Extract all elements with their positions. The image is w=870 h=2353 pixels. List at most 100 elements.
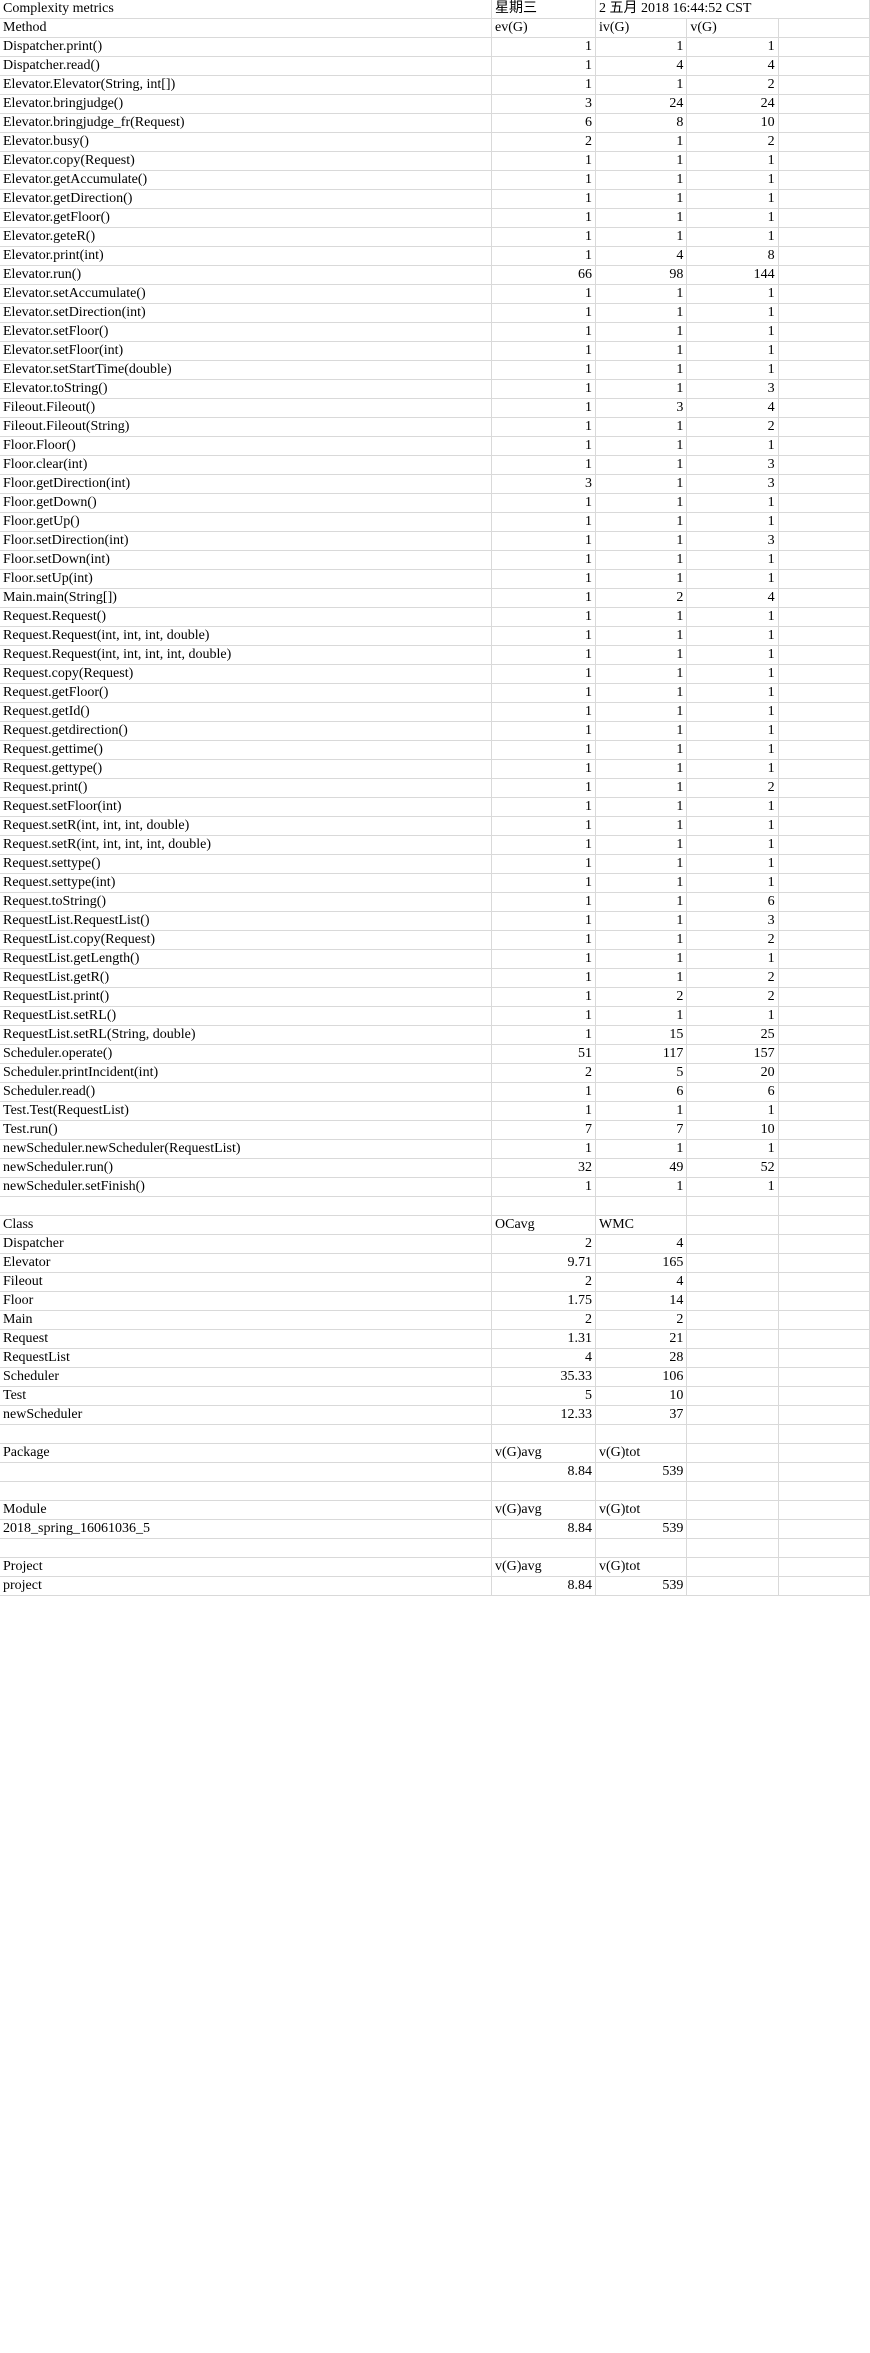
- method-ev-cell: 32: [491, 1158, 596, 1178]
- class-row: Floor 1.75 14: [0, 1291, 870, 1311]
- method-iv-cell: 1: [595, 626, 688, 646]
- method-row: Request.print() 1 1 2: [0, 778, 870, 798]
- method-name-cell: Fileout.Fileout(): [0, 398, 492, 418]
- method-v-cell: 3: [686, 455, 779, 475]
- method-v-cell: 1: [686, 835, 779, 855]
- method-blank-cell: [778, 56, 870, 76]
- method-blank-cell: [778, 531, 870, 551]
- method-ev-cell: 1: [491, 189, 596, 209]
- method-ev-cell: 1: [491, 759, 596, 779]
- method-ev-cell: 3: [491, 94, 596, 114]
- method-iv-cell: 1: [595, 1177, 688, 1197]
- project-vgtot-column-header: v(G)tot: [595, 1557, 688, 1577]
- method-row: Elevator.setFloor(int) 1 1 1: [0, 341, 870, 361]
- package-blank-cell-2: [778, 1462, 870, 1482]
- project-header-blank-2: [778, 1557, 870, 1577]
- method-ev-cell: 1: [491, 683, 596, 703]
- method-ev-cell: 1: [491, 607, 596, 627]
- method-row: Request.getdirection() 1 1 1: [0, 721, 870, 741]
- class-name-cell: Main: [0, 1310, 492, 1330]
- method-blank-cell: [778, 227, 870, 247]
- spacer-cell: [0, 1196, 492, 1216]
- spacer-cell: [491, 1424, 596, 1444]
- method-name-cell: Elevator.geteR(): [0, 227, 492, 247]
- method-ev-cell: 1: [491, 892, 596, 912]
- method-blank-cell: [778, 436, 870, 456]
- method-iv-cell: 1: [595, 474, 688, 494]
- method-blank-cell: [778, 645, 870, 665]
- class-ocavg-cell: 4: [491, 1348, 596, 1368]
- method-blank-cell: [778, 930, 870, 950]
- method-row: Dispatcher.print() 1 1 1: [0, 37, 870, 57]
- class-blank-cell-1: [686, 1234, 779, 1254]
- method-v-cell: 10: [686, 1120, 779, 1140]
- method-blank-cell: [778, 512, 870, 532]
- method-v-cell: 2: [686, 417, 779, 437]
- method-blank-cell: [778, 949, 870, 969]
- method-blank-cell: [778, 607, 870, 627]
- project-row: project 8.84 539: [0, 1576, 870, 1596]
- method-ev-cell: 1: [491, 37, 596, 57]
- method-v-cell: 6: [686, 1082, 779, 1102]
- method-ev-cell: 1: [491, 379, 596, 399]
- method-name-cell: Elevator.getDirection(): [0, 189, 492, 209]
- method-row: RequestList.copy(Request) 1 1 2: [0, 930, 870, 950]
- method-row: Main.main(String[]) 1 2 4: [0, 588, 870, 608]
- method-ev-cell: 1: [491, 398, 596, 418]
- method-v-cell: 24: [686, 94, 779, 114]
- method-iv-cell: 1: [595, 1101, 688, 1121]
- spacer-cell: [0, 1424, 492, 1444]
- class-row: Elevator 9.71 165: [0, 1253, 870, 1273]
- class-blank-cell-1: [686, 1348, 779, 1368]
- method-v-cell: 1: [686, 1139, 779, 1159]
- method-row: Elevator.getFloor() 1 1 1: [0, 208, 870, 228]
- method-blank-cell: [778, 493, 870, 513]
- method-ev-cell: 1: [491, 1101, 596, 1121]
- spacer-row: [0, 1196, 870, 1216]
- method-name-cell: Elevator.setFloor(): [0, 322, 492, 342]
- class-blank-cell-2: [778, 1310, 870, 1330]
- method-blank-cell: [778, 1120, 870, 1140]
- method-blank-cell: [778, 569, 870, 589]
- class-row: Test 5 10: [0, 1386, 870, 1406]
- method-ev-cell: 1: [491, 873, 596, 893]
- class-header-blank-1: [686, 1215, 779, 1235]
- package-vgavg-column-header: v(G)avg: [491, 1443, 596, 1463]
- method-row: Floor.setUp(int) 1 1 1: [0, 569, 870, 589]
- method-v-cell: 2: [686, 132, 779, 152]
- method-v-cell: 1: [686, 322, 779, 342]
- method-ev-cell: 1: [491, 56, 596, 76]
- spacer-cell: [686, 1424, 779, 1444]
- method-row: Elevator.copy(Request) 1 1 1: [0, 151, 870, 171]
- method-ev-cell: 3: [491, 474, 596, 494]
- method-row: Request.settype() 1 1 1: [0, 854, 870, 874]
- method-iv-cell: 1: [595, 341, 688, 361]
- method-row: Elevator.setAccumulate() 1 1 1: [0, 284, 870, 304]
- method-ev-cell: 1: [491, 930, 596, 950]
- method-row: Scheduler.operate() 51 117 157: [0, 1044, 870, 1064]
- class-header-blank-2: [778, 1215, 870, 1235]
- project-vgtot-cell: 539: [595, 1576, 688, 1596]
- method-name-cell: Dispatcher.print(): [0, 37, 492, 57]
- method-ev-cell: 1: [491, 208, 596, 228]
- method-iv-cell: 1: [595, 379, 688, 399]
- spacer-cell: [778, 1196, 870, 1216]
- method-blank-cell: [778, 170, 870, 190]
- method-iv-cell: 1: [595, 569, 688, 589]
- class-column-header: Class: [0, 1215, 492, 1235]
- method-iv-cell: 1: [595, 455, 688, 475]
- method-row: Request.getFloor() 1 1 1: [0, 683, 870, 703]
- package-name-cell: [0, 1462, 492, 1482]
- method-v-cell: 1: [686, 512, 779, 532]
- method-row: Elevator.print(int) 1 4 8: [0, 246, 870, 266]
- method-name-cell: RequestList.RequestList(): [0, 911, 492, 931]
- method-name-cell: RequestList.setRL(String, double): [0, 1025, 492, 1045]
- class-blank-cell-2: [778, 1405, 870, 1425]
- method-v-cell: 3: [686, 531, 779, 551]
- method-ev-cell: 1: [491, 512, 596, 532]
- package-vgavg-cell: 8.84: [491, 1462, 596, 1482]
- method-name-cell: Floor.getDown(): [0, 493, 492, 513]
- method-blank-cell: [778, 379, 870, 399]
- v-column-header: v(G): [686, 18, 779, 38]
- method-ev-cell: 1: [491, 911, 596, 931]
